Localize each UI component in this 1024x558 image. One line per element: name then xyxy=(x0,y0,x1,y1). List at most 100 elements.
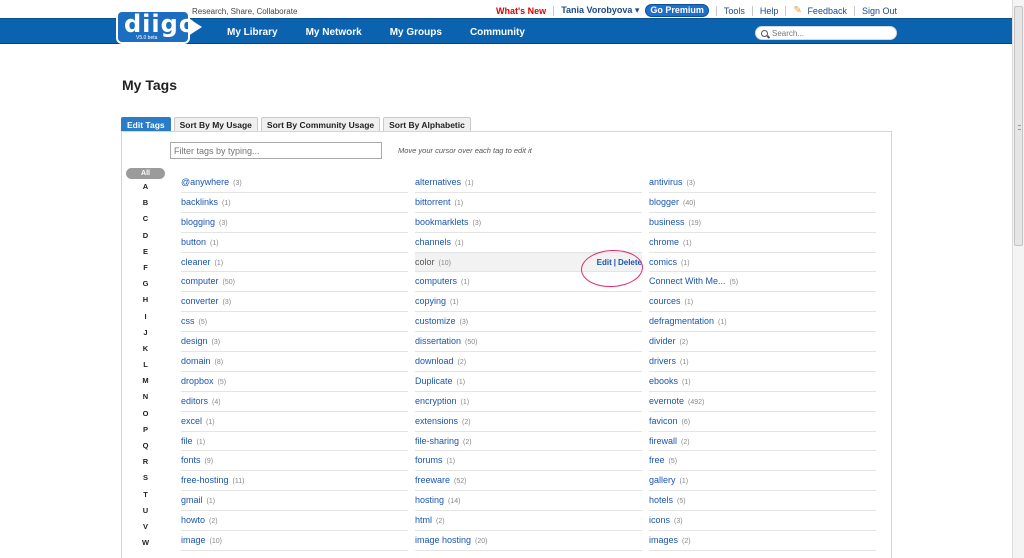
tag-name[interactable]: button xyxy=(181,237,206,247)
letter-l[interactable]: L xyxy=(126,357,165,373)
tag-row[interactable]: bittorrent (1) xyxy=(415,193,642,213)
tag-name[interactable]: cleaner xyxy=(181,257,211,267)
tag-name[interactable]: file xyxy=(181,436,193,446)
tag-name[interactable]: channels xyxy=(415,237,451,247)
letter-d[interactable]: D xyxy=(126,228,165,244)
tag-name[interactable]: domain xyxy=(181,356,211,366)
tag-name[interactable]: Duplicate xyxy=(415,376,453,386)
tag-row[interactable]: design (3) xyxy=(181,332,408,353)
tab-sort-my-usage[interactable]: Sort By My Usage xyxy=(173,117,258,132)
tag-name[interactable]: free-hosting xyxy=(181,475,229,485)
tag-name[interactable]: firewall xyxy=(649,436,677,446)
tag-name[interactable]: hosting xyxy=(415,495,444,505)
tag-name[interactable]: alternatives xyxy=(415,177,461,187)
tag-row[interactable]: freeware (52) xyxy=(415,471,642,492)
tag-row[interactable]: customize (3) xyxy=(415,312,642,333)
feedback-link[interactable]: Feedback xyxy=(807,6,847,16)
tag-name[interactable]: gmail xyxy=(181,495,203,505)
diigo-logo[interactable]: diigo V5.0 beta xyxy=(116,10,202,44)
tag-row[interactable]: hotels (5) xyxy=(649,491,876,512)
tag-name[interactable]: icons xyxy=(649,515,670,525)
letter-all[interactable]: All xyxy=(126,168,165,179)
letter-o[interactable]: O xyxy=(126,406,165,422)
letter-q[interactable]: Q xyxy=(126,438,165,454)
tag-row[interactable]: cleaner (1) xyxy=(181,253,408,273)
tag-name[interactable]: freeware xyxy=(415,475,450,485)
tag-name[interactable]: drivers xyxy=(649,356,676,366)
tag-name[interactable]: extensions xyxy=(415,416,458,426)
tag-row[interactable]: alternatives (1) xyxy=(415,173,642,193)
tab-edit-tags[interactable]: Edit Tags xyxy=(121,117,171,132)
tag-row[interactable]: css (5) xyxy=(181,312,408,333)
letter-h[interactable]: H xyxy=(126,292,165,308)
tag-name[interactable]: antivirus xyxy=(649,177,683,187)
tag-row[interactable]: ebooks (1) xyxy=(649,372,876,392)
letter-p[interactable]: P xyxy=(126,422,165,438)
scrollbar-thumb[interactable] xyxy=(1014,6,1023,246)
tag-name[interactable]: gallery xyxy=(649,475,676,485)
tag-row[interactable]: dissertation (50) xyxy=(415,332,642,353)
tag-name[interactable]: images xyxy=(649,535,678,545)
tag-name[interactable]: copying xyxy=(415,296,446,306)
tag-row[interactable]: evernote (492) xyxy=(649,392,876,412)
tag-name[interactable]: evernote xyxy=(649,396,684,406)
tag-row[interactable]: Duplicate (1) xyxy=(415,372,642,392)
tag-row[interactable]: fonts (9) xyxy=(181,451,408,472)
tag-row[interactable]: download (2) xyxy=(415,352,642,372)
tag-name[interactable]: cources xyxy=(649,296,681,306)
letter-w[interactable]: W xyxy=(126,535,165,551)
tag-row[interactable]: converter (3) xyxy=(181,292,408,313)
tag-row[interactable]: chrome (1) xyxy=(649,233,876,253)
tag-row[interactable]: gmail (1) xyxy=(181,491,408,512)
tag-name[interactable]: blogging xyxy=(181,217,215,227)
tag-name[interactable]: css xyxy=(181,316,195,326)
tag-row[interactable]: Connect With Me... (5) xyxy=(649,272,876,293)
nav-community[interactable]: Community xyxy=(470,27,525,38)
tag-name[interactable]: image hosting xyxy=(415,535,471,545)
tag-name[interactable]: fonts xyxy=(181,455,201,465)
tag-row[interactable]: excel (1) xyxy=(181,412,408,432)
tag-row[interactable]: editors (4) xyxy=(181,392,408,412)
tag-name[interactable]: color xyxy=(415,257,435,267)
tag-row[interactable]: drivers (1) xyxy=(649,352,876,372)
tag-name[interactable]: forums xyxy=(415,455,443,465)
tag-row[interactable]: backlinks (1) xyxy=(181,193,408,213)
tag-row[interactable]: extensions (2) xyxy=(415,412,642,432)
help-link[interactable]: Help xyxy=(760,6,779,16)
tag-row[interactable]: button (1) xyxy=(181,233,408,253)
tag-row[interactable]: cources (1) xyxy=(649,292,876,313)
tag-name[interactable]: design xyxy=(181,336,208,346)
search-input[interactable] xyxy=(772,28,882,38)
nav-my-groups[interactable]: My Groups xyxy=(390,27,442,38)
tag-name[interactable]: divider xyxy=(649,336,676,346)
letter-e[interactable]: E xyxy=(126,244,165,260)
tag-row[interactable]: gallery (1) xyxy=(649,471,876,492)
tag-name[interactable]: hotels xyxy=(649,495,673,505)
tag-name[interactable]: editors xyxy=(181,396,208,406)
search-box[interactable] xyxy=(755,26,897,40)
tag-row[interactable]: @anywhere (3) xyxy=(181,173,408,193)
letter-a[interactable]: A xyxy=(126,179,165,195)
tag-row[interactable]: favicon (6) xyxy=(649,412,876,432)
tag-row[interactable]: icons (3) xyxy=(649,511,876,532)
tag-row[interactable]: domain (8) xyxy=(181,352,408,372)
tag-name[interactable]: encryption xyxy=(415,396,457,406)
tag-row[interactable]: free (5) xyxy=(649,451,876,472)
tag-name[interactable]: bookmarklets xyxy=(415,217,469,227)
tag-name[interactable]: blogger xyxy=(649,197,679,207)
tag-name[interactable]: defragmentation xyxy=(649,316,714,326)
tag-row[interactable]: divider (2) xyxy=(649,332,876,353)
user-menu[interactable]: Tania Vorobyova ▾ xyxy=(561,5,639,16)
tag-row[interactable]: file (1) xyxy=(181,432,408,452)
letter-i[interactable]: I xyxy=(126,309,165,325)
tag-row[interactable]: free-hosting (11) xyxy=(181,471,408,492)
tag-row[interactable]: image hosting (20) xyxy=(415,531,642,551)
tag-name[interactable]: file-sharing xyxy=(415,436,459,446)
tag-name[interactable]: @anywhere xyxy=(181,177,229,187)
tag-name[interactable]: customize xyxy=(415,316,456,326)
tag-row[interactable]: defragmentation (1) xyxy=(649,312,876,333)
tag-row[interactable]: hosting (14) xyxy=(415,491,642,512)
tag-row[interactable]: dropbox (5) xyxy=(181,372,408,392)
letter-v[interactable]: V xyxy=(126,519,165,535)
go-premium-button[interactable]: Go Premium xyxy=(645,4,709,17)
